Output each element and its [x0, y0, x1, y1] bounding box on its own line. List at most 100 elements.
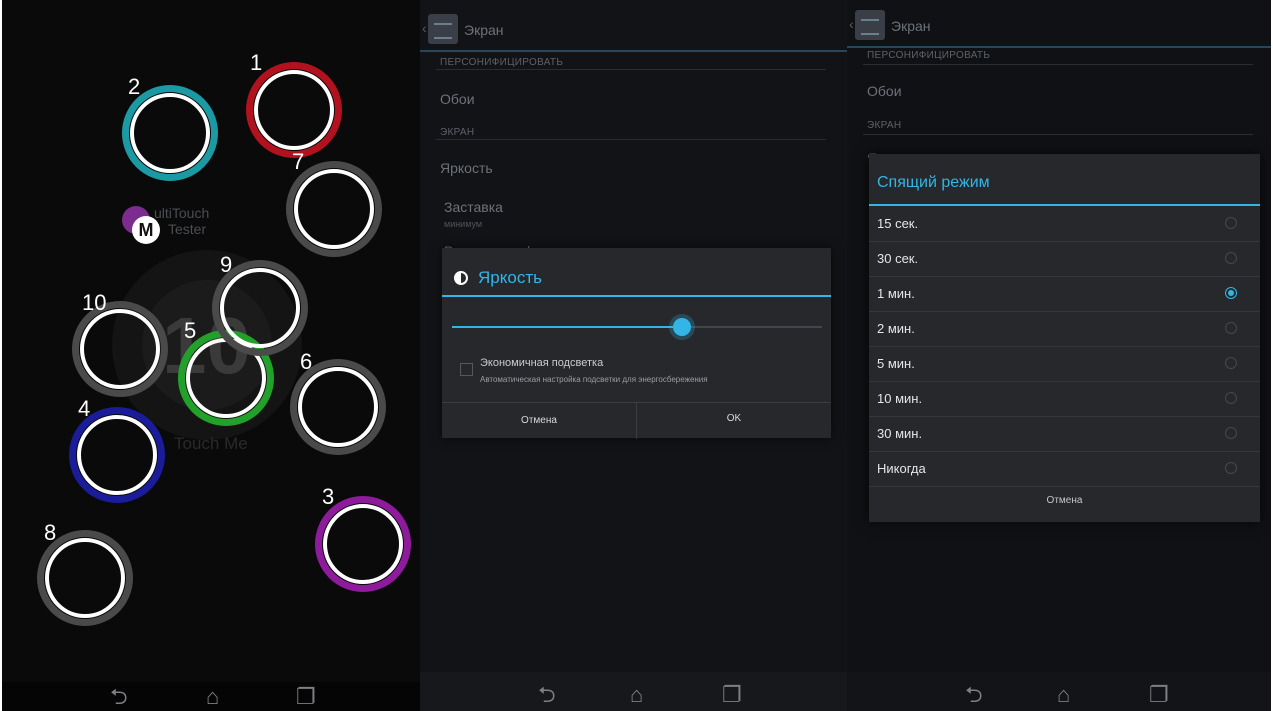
slider-thumb[interactable] — [673, 318, 691, 336]
section-personalize: ПЕРСОНИФИЦИРОВАТЬ — [867, 50, 991, 61]
up-chevron-icon[interactable]: ‹ — [849, 16, 854, 32]
recents-icon[interactable]: ❐ — [1149, 684, 1169, 706]
radio-icon[interactable] — [1225, 217, 1237, 229]
back-icon[interactable]: ⮌ — [965, 684, 983, 706]
brightness-dialog: Яркость Экономичная подсветка Автоматиче… — [442, 248, 831, 439]
back-icon[interactable]: ⮌ — [538, 684, 556, 706]
display-settings-sleep: ‹ Экран ПЕРСОНИФИЦИРОВАТЬ Обои ЭКРАН Ярк… — [847, 0, 1271, 711]
touch-point-number: 8 — [44, 520, 57, 545]
touch-point-inner-ring — [80, 309, 160, 389]
sleep-dialog: Спящий режим 15 сек. 30 сек. 1 мин. 2 мин. 5… — [869, 154, 1260, 522]
section-screen: ЭКРАН — [867, 120, 902, 131]
section-divider — [863, 64, 1253, 65]
recents-icon[interactable]: ❐ — [296, 686, 316, 708]
sleep-option-label: 1 мин. — [877, 286, 915, 301]
radio-icon[interactable] — [1225, 252, 1237, 264]
home-icon[interactable]: ⌂ — [1057, 684, 1070, 706]
dialog-title-divider — [869, 204, 1260, 206]
sleep-option[interactable]: Никогда — [869, 452, 1260, 487]
sleep-option[interactable]: 5 мин. — [869, 347, 1260, 382]
auto-brightness-label[interactable]: Экономичная подсветка — [480, 357, 603, 369]
section-personalize: ПЕРСОНИФИЦИРОВАТЬ — [440, 57, 564, 68]
sleep-option[interactable]: 10 мин. — [869, 382, 1260, 417]
display-settings-brightness: ‹ Экран ПЕРСОНИФИЦИРОВАТЬ Обои ЭКРАН Ярк… — [420, 0, 847, 711]
touch-point-inner-ring — [298, 367, 378, 447]
auto-brightness-checkbox[interactable] — [460, 363, 473, 376]
radio-icon[interactable] — [1225, 322, 1237, 334]
sleep-option[interactable]: 15 сек. — [869, 207, 1260, 242]
touch-point-number: 3 — [322, 484, 335, 509]
cancel-button[interactable]: Отмена — [442, 403, 637, 439]
sleep-option[interactable]: 30 мин. — [869, 417, 1260, 452]
sleep-option[interactable]: 30 сек. — [869, 242, 1260, 277]
touch-point-number: 7 — [292, 149, 305, 174]
touch-point-inner-ring — [45, 538, 125, 618]
section-divider — [436, 139, 826, 140]
touch-point-number: 5 — [184, 318, 197, 343]
action-bar: ‹ Экран — [847, 8, 1271, 48]
ok-button[interactable]: OK — [637, 403, 831, 439]
sleep-option[interactable]: 2 мин. — [869, 312, 1260, 347]
radio-icon[interactable] — [1225, 392, 1237, 404]
auto-brightness-summary: Автоматическая настройка подсветки для э… — [480, 375, 708, 384]
logo-text-line2: Tester — [168, 221, 207, 237]
sleep-option-label: 30 мин. — [877, 426, 923, 441]
sleep-option[interactable]: 1 мин. — [869, 277, 1260, 312]
screenshot-frame: M ultiTouch Tester 10 Touch Me 1 2 3 4 5 6 7 8 9… — [0, 0, 1273, 711]
settings-app-icon[interactable] — [855, 10, 885, 40]
touch-point-inner-ring — [77, 415, 157, 495]
slider-fill — [452, 326, 682, 328]
radio-selected-icon[interactable] — [1225, 287, 1237, 299]
item-brightness[interactable]: Яркость — [440, 160, 493, 176]
action-bar-divider — [420, 50, 847, 52]
touch-point-number: 6 — [300, 349, 313, 374]
sleep-option-label: 15 сек. — [877, 216, 919, 231]
sleep-dialog-title: Спящий режим — [877, 174, 990, 191]
settings-app-icon[interactable] — [428, 14, 458, 44]
navbar-3: ⮌ ⌂ ❐ — [847, 672, 1271, 711]
touch-point-number: 2 — [128, 74, 141, 99]
sleep-option-label: 2 мин. — [877, 321, 915, 336]
recents-icon[interactable]: ❐ — [722, 684, 742, 706]
item-screensaver[interactable]: Заставка — [444, 199, 503, 215]
radio-icon[interactable] — [1225, 427, 1237, 439]
up-chevron-icon[interactable]: ‹ — [422, 20, 427, 36]
item-screensaver-sub: минимум — [444, 219, 483, 229]
sleep-option-label: 5 мин. — [877, 356, 915, 371]
section-divider — [436, 69, 826, 70]
sleep-option-label: Никогда — [877, 461, 926, 476]
home-icon[interactable]: ⌂ — [206, 686, 219, 708]
dialog-button-bar: Отмена OK — [442, 402, 831, 439]
touch-point-inner-ring — [130, 93, 210, 173]
action-bar-title: Экран — [891, 18, 931, 34]
multitouch-logo: M ultiTouch Tester — [120, 200, 230, 248]
sleep-option-label: 30 сек. — [877, 251, 919, 266]
section-screen: ЭКРАН — [440, 127, 475, 138]
sleep-option-label: 10 мин. — [877, 391, 923, 406]
action-bar-title: Экран — [464, 22, 504, 38]
back-icon[interactable]: ⮌ — [110, 686, 128, 708]
touch-point-number: 4 — [78, 396, 91, 421]
navbar-2: ⮌ ⌂ ❐ — [420, 672, 847, 711]
multitouch-tester-screen: M ultiTouch Tester 10 Touch Me 1 2 3 4 5 6 7 8 9… — [2, 0, 420, 711]
touch-point-inner-ring — [220, 268, 300, 348]
radio-icon[interactable] — [1225, 357, 1237, 369]
touch-point-inner-ring — [323, 504, 403, 584]
radio-icon[interactable] — [1225, 462, 1237, 474]
touch-point-number: 10 — [82, 290, 107, 315]
brightness-slider[interactable] — [452, 318, 822, 336]
item-wallpaper[interactable]: Обои — [867, 83, 902, 99]
touch-point-number: 1 — [250, 50, 263, 75]
touch-point-inner-ring — [294, 169, 374, 249]
brightness-dialog-title: Яркость — [478, 268, 542, 287]
brightness-icon — [454, 271, 468, 285]
item-wallpaper[interactable]: Обои — [440, 91, 475, 107]
logo-text-line1: ultiTouch — [154, 205, 210, 221]
touch-point-inner-ring — [254, 70, 334, 150]
touch-point-number: 9 — [220, 252, 233, 277]
section-divider — [863, 134, 1253, 135]
home-icon[interactable]: ⌂ — [630, 684, 643, 706]
cancel-button[interactable]: Отмена — [869, 486, 1260, 522]
touch-me-label: Touch Me — [174, 434, 248, 453]
action-bar-divider — [847, 46, 1271, 48]
